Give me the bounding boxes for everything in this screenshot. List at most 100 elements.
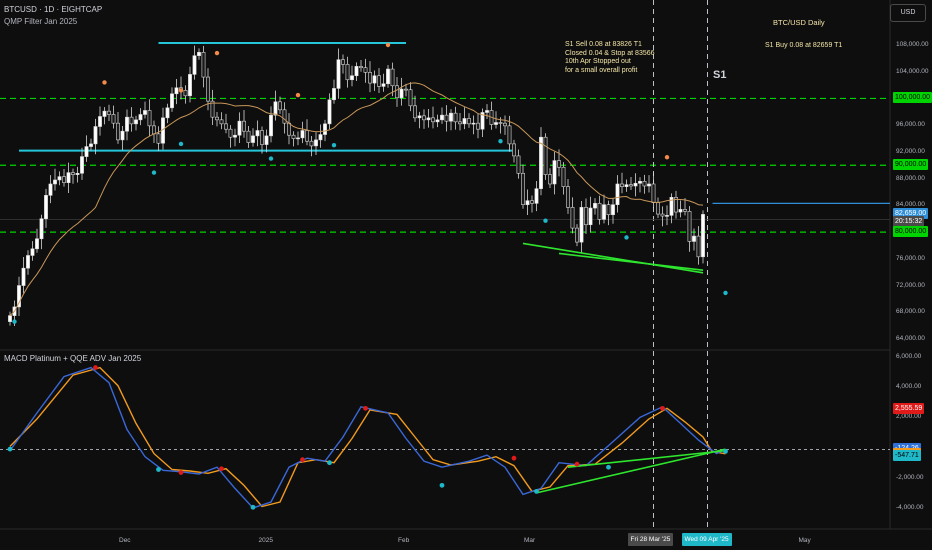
candle-down xyxy=(309,140,314,147)
candle-up xyxy=(125,116,129,132)
candle-up xyxy=(35,238,39,250)
candle-down xyxy=(561,166,566,187)
currency-button[interactable]: USD xyxy=(890,4,926,22)
candle-down xyxy=(683,209,687,212)
candle-up xyxy=(336,59,341,89)
candle-up xyxy=(701,214,705,258)
time-axis-label: Mar xyxy=(524,537,536,544)
candle-up xyxy=(53,179,57,185)
candle-up xyxy=(30,248,35,256)
candle-down xyxy=(584,207,588,226)
macd-tick-label: -2,000.00 xyxy=(896,473,924,481)
candle-down xyxy=(206,76,210,102)
trade-note: S1 Sell 0.08 at 83826 T1 Closed 0.04 & S… xyxy=(565,41,655,75)
macd-signal-dot xyxy=(439,482,445,488)
candle-up xyxy=(534,188,539,204)
candle-up xyxy=(273,101,278,116)
macd-signal-dot xyxy=(156,467,161,472)
macd-value-tag: 2,555.59 xyxy=(893,403,925,414)
candle-down xyxy=(363,67,368,73)
candle-down xyxy=(62,176,66,183)
candle-up xyxy=(471,122,476,125)
candle-up xyxy=(372,75,377,84)
signal-dot xyxy=(624,235,629,240)
candle-down xyxy=(629,184,633,187)
signal-dot xyxy=(102,80,107,85)
candle-down xyxy=(503,122,507,127)
candle-up xyxy=(269,114,273,137)
candle-down xyxy=(606,204,611,216)
macd-series-line xyxy=(9,366,726,509)
candle-down xyxy=(530,200,534,204)
signal-dot xyxy=(295,92,301,98)
macd-signal-dot xyxy=(511,455,517,461)
candle-down xyxy=(278,101,282,111)
candle-down xyxy=(129,116,134,125)
macd-signal-dot xyxy=(534,488,539,494)
macd-signal-dot xyxy=(93,365,98,370)
candle-down xyxy=(368,72,372,84)
price-tick-label: 88,000.00 xyxy=(896,174,925,182)
candle-up xyxy=(485,110,489,113)
candle-down xyxy=(215,116,219,121)
candle-down xyxy=(696,235,701,258)
candle-up xyxy=(84,146,89,157)
candle-up xyxy=(134,119,138,125)
candle-up xyxy=(174,87,179,95)
macd-signal-dot xyxy=(363,405,368,411)
candle-up xyxy=(80,156,84,174)
candle-up xyxy=(417,115,422,119)
symbol-title: BTCUSD · 1D · EIGHTCAP xyxy=(4,5,103,14)
signal-dot xyxy=(178,88,184,93)
macd-title: MACD Platinum + QQE ADV Jan 2025 xyxy=(4,354,142,363)
time-axis-label: Feb xyxy=(398,537,410,544)
candle-up xyxy=(449,112,453,122)
candle-down xyxy=(71,172,75,175)
time-highlight-tag: Fri 28 Mar '25 xyxy=(627,533,674,546)
candle-up xyxy=(494,122,498,125)
candle-down xyxy=(548,174,552,185)
candle-down xyxy=(359,66,363,69)
candle-down xyxy=(228,128,233,138)
signal-dot xyxy=(664,155,670,160)
candle-up xyxy=(8,315,12,322)
price-tick-label: 108,000.00 xyxy=(896,41,929,48)
candle-up xyxy=(678,209,683,213)
candle-up xyxy=(165,107,170,119)
candle-down xyxy=(620,183,624,187)
candle-up xyxy=(192,55,197,75)
candle-up xyxy=(102,110,107,117)
candle-down xyxy=(305,130,309,142)
candle-down xyxy=(507,125,512,145)
candle-down xyxy=(282,109,287,124)
signal-dot xyxy=(12,319,17,324)
price-tick-label: 96,000.00 xyxy=(896,121,925,129)
candle-up xyxy=(251,135,255,143)
candle-down xyxy=(287,122,291,136)
candle-down xyxy=(395,85,399,99)
candle-up xyxy=(539,136,543,189)
candle-up xyxy=(255,130,260,137)
candle-up xyxy=(39,218,44,240)
candle-up xyxy=(381,83,386,87)
candle-up xyxy=(633,183,638,187)
time-axis-label: 2025 xyxy=(258,537,273,544)
trade-note-line: for a small overall profit xyxy=(565,66,638,74)
macd-trend-line xyxy=(536,448,726,494)
candle-up xyxy=(647,183,651,187)
candle-up xyxy=(170,93,174,109)
trend-line xyxy=(558,252,704,271)
buy-note: S1 Buy 0.08 at 82659 T1 xyxy=(765,42,843,49)
candle-up xyxy=(120,130,125,141)
candle-up xyxy=(75,172,80,175)
price-tick-label: 92,000.00 xyxy=(896,147,925,155)
price-tag: 90,000.00 xyxy=(893,159,929,171)
chart-canvas[interactable] xyxy=(0,0,932,550)
macd-value-tag: -547.71 xyxy=(893,449,921,461)
candle-down xyxy=(219,119,224,125)
candle-up xyxy=(462,118,467,125)
chart-root: { "header": { "symbol_line": "BTCUSD · 1… xyxy=(0,0,932,550)
candle-down xyxy=(512,143,516,157)
candle-down xyxy=(224,123,228,130)
indicator-title: QMP Filter Jan 2025 xyxy=(4,17,78,26)
